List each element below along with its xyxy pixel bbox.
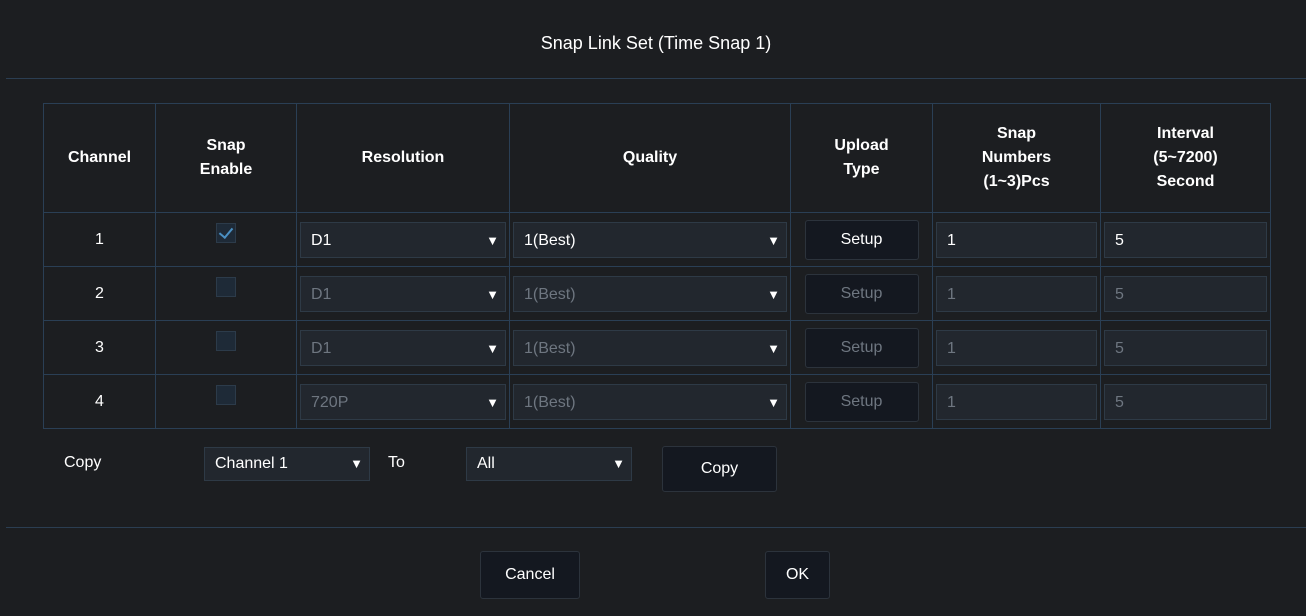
copy-label: Copy (64, 454, 102, 471)
resolution-cell: D1 ▼ (296, 266, 510, 321)
table-row: 2 D1 ▼ 1(Best) ▼ Setup 1 5 (43, 266, 1271, 321)
chevron-down-icon: ▼ (767, 232, 780, 248)
snap-numbers-input[interactable]: 1 (936, 221, 1097, 258)
channel-cell: 4 (43, 374, 156, 429)
quality-select[interactable]: 1(Best) ▼ (513, 221, 787, 258)
snap-link-dialog: Snap Link Set (Time Snap 1) Channel Snap… (0, 0, 1306, 616)
header-resolution: Resolution (296, 103, 510, 213)
chevron-down-icon: ▼ (486, 232, 499, 248)
header-snap-enable: Snap Enable (155, 103, 297, 213)
dialog-title: Snap Link Set (Time Snap 1) (6, 8, 1306, 79)
quality-cell: 1(Best) ▼ (509, 212, 791, 267)
snap-settings-table: Channel Snap Enable Resolution Quality Up… (43, 103, 1271, 429)
header-interval: Interval (5~7200) Second (1100, 103, 1271, 213)
resolution-select[interactable]: 720P ▼ (300, 383, 506, 420)
resolution-cell: 720P ▼ (296, 374, 510, 429)
upload-type-cell: Setup (790, 212, 933, 267)
upload-type-cell: Setup (790, 320, 933, 375)
footer-divider (6, 527, 1306, 528)
interval-input[interactable]: 5 (1104, 275, 1267, 312)
snap-numbers-cell: 1 (932, 266, 1101, 321)
snap-enable-checkbox[interactable] (216, 331, 236, 351)
interval-input[interactable]: 5 (1104, 383, 1267, 420)
header-channel: Channel (43, 103, 156, 213)
header-upload-type: Upload Type (790, 103, 933, 213)
channel-cell: 3 (43, 320, 156, 375)
snap-enable-checkbox[interactable] (216, 223, 236, 243)
snap-enable-cell (155, 212, 297, 267)
snap-enable-cell (155, 374, 297, 429)
resolution-select[interactable]: D1 ▼ (300, 221, 506, 258)
upload-setup-button[interactable]: Setup (804, 327, 919, 368)
snap-enable-checkbox[interactable] (216, 277, 236, 297)
header-quality: Quality (509, 103, 791, 213)
chevron-down-icon: ▼ (486, 394, 499, 410)
upload-setup-button[interactable]: Setup (804, 381, 919, 422)
interval-input[interactable]: 5 (1104, 329, 1267, 366)
resolution-cell: D1 ▼ (296, 320, 510, 375)
header-snap-numbers: Snap Numbers (1~3)Pcs (932, 103, 1101, 213)
to-label: To (388, 454, 405, 471)
table-row: 4 720P ▼ 1(Best) ▼ Setup 1 5 (43, 374, 1271, 429)
snap-numbers-cell: 1 (932, 320, 1101, 375)
ok-button[interactable]: OK (765, 551, 830, 599)
resolution-cell: D1 ▼ (296, 212, 510, 267)
chevron-down-icon: ▼ (486, 286, 499, 302)
channel-cell: 1 (43, 212, 156, 267)
snap-enable-checkbox[interactable] (216, 385, 236, 405)
upload-type-cell: Setup (790, 266, 933, 321)
copy-to-select[interactable]: All ▼ (466, 447, 632, 481)
interval-cell: 5 (1100, 212, 1271, 267)
chevron-down-icon: ▼ (767, 286, 780, 302)
table-header-row: Channel Snap Enable Resolution Quality Up… (43, 103, 1271, 213)
chevron-down-icon: ▼ (767, 340, 780, 356)
upload-type-cell: Setup (790, 374, 933, 429)
quality-cell: 1(Best) ▼ (509, 266, 791, 321)
snap-numbers-cell: 1 (932, 374, 1101, 429)
snap-enable-cell (155, 266, 297, 321)
snap-numbers-input[interactable]: 1 (936, 329, 1097, 366)
resolution-select[interactable]: D1 ▼ (300, 275, 506, 312)
resolution-select[interactable]: D1 ▼ (300, 329, 506, 366)
quality-cell: 1(Best) ▼ (509, 320, 791, 375)
snap-numbers-input[interactable]: 1 (936, 383, 1097, 420)
snap-enable-cell (155, 320, 297, 375)
chevron-down-icon: ▼ (350, 456, 363, 471)
copy-from-select[interactable]: Channel 1 ▼ (204, 447, 370, 481)
chevron-down-icon: ▼ (612, 456, 625, 471)
quality-select[interactable]: 1(Best) ▼ (513, 329, 787, 366)
table-row: 1 D1 ▼ 1(Best) ▼ Setup 1 5 (43, 212, 1271, 267)
quality-cell: 1(Best) ▼ (509, 374, 791, 429)
channel-cell: 2 (43, 266, 156, 321)
chevron-down-icon: ▼ (767, 394, 780, 410)
cancel-button[interactable]: Cancel (480, 551, 580, 599)
upload-setup-button[interactable]: Setup (804, 273, 919, 314)
snap-numbers-cell: 1 (932, 212, 1101, 267)
quality-select[interactable]: 1(Best) ▼ (513, 383, 787, 420)
table-row: 3 D1 ▼ 1(Best) ▼ Setup 1 5 (43, 320, 1271, 375)
upload-setup-button[interactable]: Setup (804, 219, 919, 260)
interval-cell: 5 (1100, 266, 1271, 321)
quality-select[interactable]: 1(Best) ▼ (513, 275, 787, 312)
chevron-down-icon: ▼ (486, 340, 499, 356)
interval-input[interactable]: 5 (1104, 221, 1267, 258)
copy-button[interactable]: Copy (662, 446, 777, 492)
snap-numbers-input[interactable]: 1 (936, 275, 1097, 312)
interval-cell: 5 (1100, 320, 1271, 375)
interval-cell: 5 (1100, 374, 1271, 429)
